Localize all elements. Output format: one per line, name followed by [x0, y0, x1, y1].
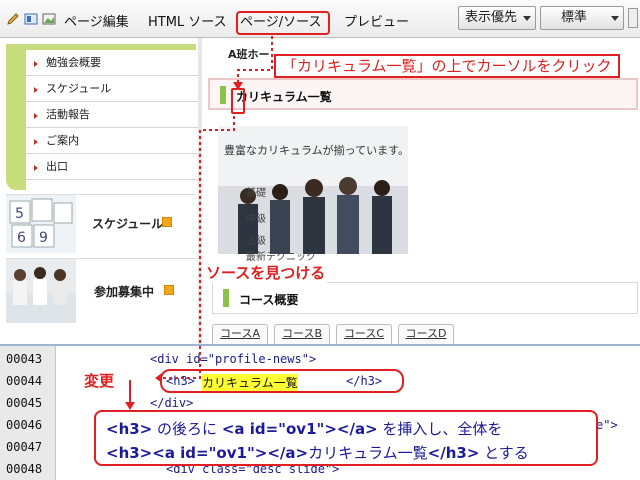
- photo-label-basic: 基礎: [246, 188, 266, 199]
- left-column: 勉強会概要 スケジュール 活動報告 ご案内 出口 5 6 9 スケジュール 参加…: [0, 38, 202, 344]
- svg-text:9: 9: [39, 230, 48, 246]
- svg-text:5: 5: [15, 206, 24, 222]
- zoom-label: 標準: [561, 10, 588, 25]
- scroll-edge: [628, 8, 638, 28]
- code-line-tail[interactable]: e">: [596, 418, 618, 432]
- tab-course-a[interactable]: コースA: [212, 324, 268, 344]
- bullet-icon: [34, 139, 38, 145]
- pencil-icon[interactable]: [6, 12, 20, 26]
- people-image: [6, 259, 76, 323]
- photo-label-intermediate: 中級: [246, 214, 266, 225]
- nav-item-label: スケジュール: [46, 82, 112, 95]
- bullet-icon: [34, 87, 38, 93]
- nav-item-label: 勉強会概要: [46, 56, 101, 69]
- banner-label: スケジュール: [92, 217, 164, 231]
- view-priority-label: 表示優先: [465, 10, 518, 25]
- tab-preview[interactable]: プレビュー: [344, 11, 409, 30]
- view-priority-dropdown[interactable]: 表示優先: [458, 6, 536, 30]
- tab-html-source[interactable]: HTML ソース: [148, 11, 227, 30]
- code-line[interactable]: </div>: [150, 396, 193, 410]
- line-number-gutter: 00043 00044 00045 00046 00047 00048: [0, 346, 56, 480]
- bubble-line-2: <h3><a id="ov1"></a>カリキュラム一覧</h3> とする: [106, 442, 529, 463]
- mode-highlight-box: [236, 11, 330, 35]
- chevron-down-icon: [611, 16, 619, 21]
- tab-page-edit[interactable]: ページ編集: [64, 11, 129, 30]
- banner-label: 参加募集中: [94, 285, 155, 299]
- bubble-code: </h3>: [427, 444, 480, 462]
- curriculum-heading-box[interactable]: カリキュラム一覧: [208, 78, 638, 110]
- recruiting-banner[interactable]: 参加募集中: [6, 258, 196, 324]
- nav-item-exit[interactable]: 出口: [26, 154, 202, 180]
- course-overview-heading-box[interactable]: コース概要: [212, 282, 638, 314]
- nav-item-label: 出口: [46, 160, 68, 173]
- nav-panel: 勉強会概要 スケジュール 活動報告 ご案内 出口: [6, 44, 202, 190]
- find-source-label: ソースを見つける: [204, 262, 328, 283]
- nav-item-schedule[interactable]: スケジュール: [26, 76, 202, 102]
- tab-label: コースA: [220, 327, 260, 340]
- change-label: 変更: [84, 372, 115, 390]
- tab-label: コースD: [405, 327, 447, 340]
- svg-text:6: 6: [17, 230, 26, 246]
- page-crumb: A班ホー: [228, 48, 270, 61]
- curriculum-heading[interactable]: カリキュラム一覧: [236, 88, 332, 105]
- bubble-code: <a id="ov1"></a>: [221, 420, 378, 438]
- page-preview-pane[interactable]: 勉強会概要 スケジュール 活動報告 ご案内 出口 5 6 9 スケジュール 参加…: [0, 38, 640, 344]
- tab-course-b[interactable]: コースB: [274, 324, 330, 344]
- line-number: 00043: [6, 352, 43, 366]
- bullet-icon: [34, 113, 38, 119]
- line-number: 00048: [6, 462, 43, 476]
- tab-label: コースC: [343, 327, 385, 340]
- bubble-text: カリキュラム一覧: [308, 444, 428, 462]
- source-highlight-box: [160, 369, 404, 393]
- photo-label-latest: 最新テクニック: [246, 252, 316, 263]
- instruction-bubble: <h3> の後ろに <a id="ov1"></a> を挿入し、全体を <h3>…: [94, 410, 598, 466]
- bullet-icon: [34, 61, 38, 67]
- bubble-text: の後ろに: [152, 420, 222, 438]
- nav-item-guide[interactable]: ご案内: [26, 128, 202, 154]
- nav-item-label: 活動報告: [46, 108, 90, 121]
- tab-course-d[interactable]: コースD: [398, 324, 454, 344]
- nav-item-overview[interactable]: 勉強会概要: [26, 50, 202, 76]
- bubble-text: とする: [479, 444, 529, 462]
- main-column: A班ホー カリキュラム一覧 豊富なカリキュラムが揃っています。 基礎 中級 上級…: [204, 38, 640, 344]
- arrow-icon: [162, 217, 172, 227]
- nav-list: 勉強会概要 スケジュール 活動報告 ご案内 出口: [26, 50, 202, 190]
- bullet-icon: [34, 165, 38, 171]
- bubble-line-1: <h3> の後ろに <a id="ov1"></a> を挿入し、全体を: [106, 418, 502, 439]
- course-overview-heading: コース概要: [239, 293, 299, 307]
- layout-icon[interactable]: [24, 12, 38, 26]
- line-number: 00047: [6, 440, 43, 454]
- code-line[interactable]: <div id="profile-news">: [150, 352, 316, 366]
- course-intro-text: 豊富なカリキュラムが揃っています。: [224, 144, 410, 157]
- course-tabs: コースA コースB コースC コースD: [208, 322, 638, 344]
- nav-item-reports[interactable]: 活動報告: [26, 102, 202, 128]
- photo-label-advanced: 上級: [246, 236, 266, 247]
- nav-item-label: ご案内: [46, 134, 79, 147]
- chevron-down-icon: [523, 16, 531, 21]
- line-number: 00044: [6, 374, 43, 388]
- heading-accent-bar: [220, 86, 226, 104]
- bubble-text: を挿入し、全体を: [377, 420, 503, 438]
- cursor-highlight-box: [231, 88, 245, 114]
- tab-course-c[interactable]: コースC: [336, 324, 392, 344]
- bubble-code: <h3><a id="ov1"></a>: [106, 444, 309, 462]
- zoom-dropdown[interactable]: 標準: [540, 6, 624, 30]
- arrow-icon: [164, 285, 174, 295]
- bubble-code: <h3>: [106, 420, 153, 438]
- line-number: 00045: [6, 396, 43, 410]
- image-icon[interactable]: [42, 12, 56, 26]
- schedule-banner[interactable]: 5 6 9 スケジュール: [6, 194, 196, 254]
- click-instruction-callout: 「カリキュラム一覧」の上でカーソルをクリック: [274, 54, 620, 78]
- heading-accent-bar: [223, 289, 229, 307]
- divider: [198, 38, 202, 344]
- tab-label: コースB: [282, 327, 322, 340]
- calendar-image: 5 6 9: [6, 195, 76, 253]
- line-number: 00046: [6, 418, 43, 432]
